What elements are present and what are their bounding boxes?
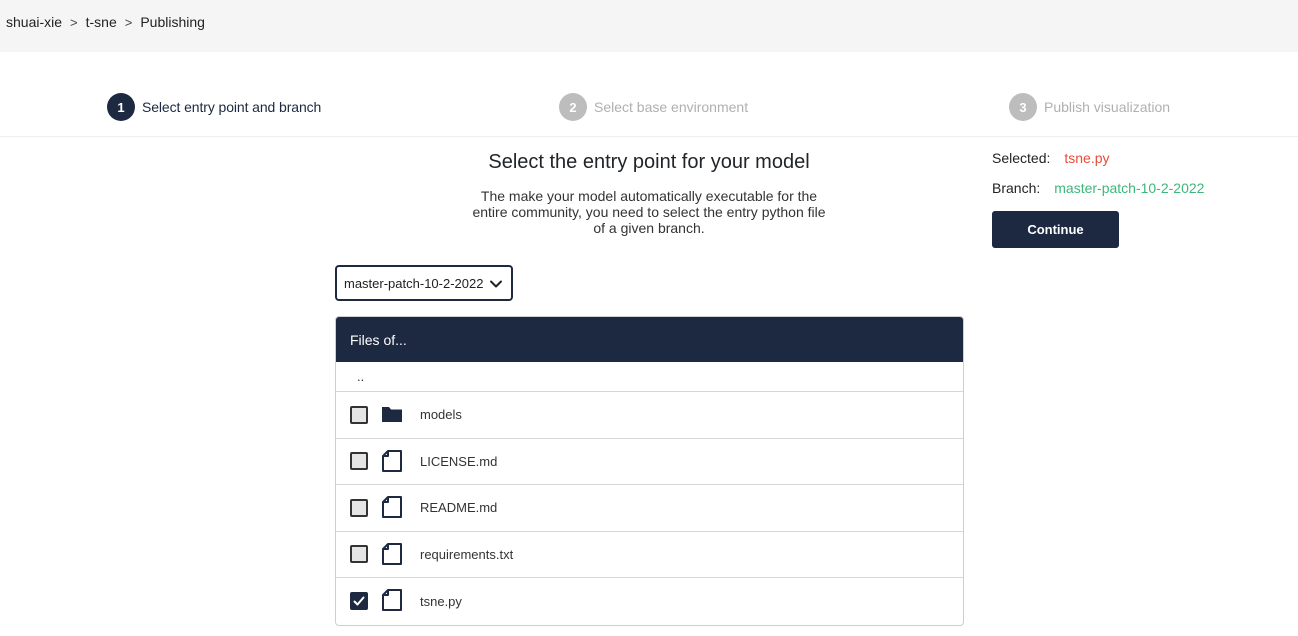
selected-branch-summary: Branch: master-patch-10-2-2022 — [992, 180, 1204, 196]
file-name: tsne.py — [420, 593, 462, 609]
breadcrumb-item-repo[interactable]: t-sne — [86, 14, 117, 30]
selected-label: Selected: — [992, 150, 1051, 166]
file-checkbox[interactable] — [350, 452, 368, 471]
breadcrumb-separator: > — [70, 14, 78, 30]
step-label: Select base environment — [594, 99, 749, 115]
stepper-divider — [0, 136, 1298, 137]
page-title: Select the entry point for your model — [488, 151, 810, 173]
file-row-requirements[interactable]: requirements.txt — [336, 532, 963, 578]
step-number: 2 — [559, 93, 587, 121]
selected-file-summary: Selected: tsne.py — [992, 150, 1110, 166]
continue-button[interactable]: Continue — [992, 211, 1119, 248]
branch-select[interactable]: master-patch-10-2-2022 — [335, 265, 513, 301]
file-browser-header: Files of... — [336, 317, 963, 362]
file-icon — [382, 542, 402, 565]
step-3[interactable]: 3 Publish visualization — [1009, 93, 1170, 121]
file-name: LICENSE.md — [420, 453, 498, 469]
file-checkbox[interactable] — [350, 405, 368, 424]
stepper: 1 Select entry point and branch 2 Select… — [0, 93, 1298, 123]
step-2[interactable]: 2 Select base environment — [559, 93, 748, 121]
checkmark-icon — [353, 596, 365, 606]
breadcrumb-item-owner[interactable]: shuai-xie — [6, 14, 62, 30]
file-icon — [382, 496, 402, 518]
breadcrumb-separator: > — [124, 14, 133, 30]
breadcrumb: shuai-xie > t-sne > Publishing — [6, 14, 205, 30]
chevron-down-icon — [490, 280, 502, 288]
file-row-tsne[interactable]: tsne.py — [336, 578, 963, 625]
file-name: models — [420, 407, 462, 423]
page-description: The make your model automatically execut… — [472, 188, 826, 236]
folder-icon — [382, 407, 402, 422]
parent-directory-row[interactable]: .. — [336, 362, 963, 392]
file-checkbox-checked[interactable] — [350, 592, 368, 611]
file-name: requirements.txt — [420, 546, 514, 562]
step-1[interactable]: 1 Select entry point and branch — [107, 93, 321, 121]
step-number: 3 — [1009, 93, 1037, 121]
breadcrumb-bar: shuai-xie > t-sne > Publishing — [0, 0, 1298, 52]
file-icon — [382, 449, 402, 472]
breadcrumb-item-current: Publishing — [140, 14, 205, 30]
file-checkbox[interactable] — [350, 545, 368, 564]
file-row-models[interactable]: models — [336, 392, 963, 439]
file-checkbox[interactable] — [350, 498, 368, 517]
branch-label: Branch: — [992, 180, 1041, 196]
step-number: 1 — [107, 93, 135, 121]
branch-value: master-patch-10-2-2022 — [1054, 180, 1205, 196]
file-icon — [382, 589, 402, 611]
file-name: README.md — [420, 500, 498, 516]
selected-file-value: tsne.py — [1064, 150, 1110, 166]
branch-select-value: master-patch-10-2-2022 — [344, 275, 484, 291]
file-row-license[interactable]: LICENSE.md — [336, 439, 963, 485]
file-browser: Files of... .. models LICENSE.md README.… — [335, 316, 964, 626]
file-row-readme[interactable]: README.md — [336, 485, 963, 532]
step-label: Select entry point and branch — [142, 99, 322, 115]
step-label: Publish visualization — [1044, 99, 1171, 115]
